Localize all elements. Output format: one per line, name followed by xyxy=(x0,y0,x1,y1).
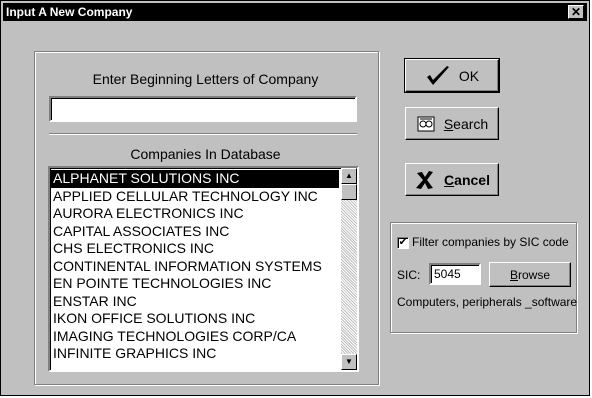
window-title: Input A New Company xyxy=(6,5,133,19)
list-item[interactable]: IKON OFFICE SOLUTIONS INC xyxy=(51,310,339,328)
search-label-text: Search xyxy=(443,115,489,132)
company-list[interactable]: ALPHANET SOLUTIONS INC APPLIED CELLULAR T… xyxy=(48,166,359,372)
x-icon xyxy=(416,170,434,189)
list-item[interactable]: AURORA ELECTRONICS INC xyxy=(51,205,339,223)
divider xyxy=(49,133,357,135)
binoculars-icon xyxy=(417,116,435,131)
dialog-window: Input A New Company ✕ Enter Beginning Le… xyxy=(0,0,590,396)
list-item[interactable]: CAPITAL ASSOCIATES INC xyxy=(51,223,339,241)
list-item[interactable]: CHS ELECTRONICS INC xyxy=(51,240,339,258)
sic-description: Computers, peripherals _software xyxy=(397,295,578,309)
ok-label: OK xyxy=(458,67,480,84)
filter-checkbox[interactable]: ✔ xyxy=(397,237,409,249)
list-item[interactable]: CONTINENTAL INFORMATION SYSTEMS xyxy=(51,258,339,276)
list-item[interactable]: APPLIED CELLULAR TECHNOLOGY INC xyxy=(51,188,339,206)
list-item[interactable]: EN POINTE TECHNOLOGIES INC xyxy=(51,275,339,293)
company-search-value xyxy=(51,98,54,114)
scroll-down-icon: ▼ xyxy=(345,357,353,366)
company-list-items: ALPHANET SOLUTIONS INC APPLIED CELLULAR T… xyxy=(51,170,339,363)
cancel-button[interactable]: Cancel xyxy=(405,163,499,196)
checkmark-icon: ✔ xyxy=(398,237,408,248)
search-button[interactable]: Search xyxy=(405,107,499,140)
browse-button[interactable]: Browse xyxy=(489,262,571,287)
sic-input[interactable]: 5045 xyxy=(429,263,481,285)
company-search-input[interactable] xyxy=(49,96,357,122)
scroll-thumb[interactable] xyxy=(341,184,357,200)
list-item[interactable]: ALPHANET SOLUTIONS INC xyxy=(51,170,339,188)
cancel-label-text: Cancel xyxy=(444,171,490,188)
list-item[interactable]: IMAGING TECHNOLOGIES CORP/CA xyxy=(51,328,339,346)
checkmark-icon xyxy=(426,65,449,85)
companies-label: Companies In Database xyxy=(130,146,281,162)
scroll-up-icon: ▲ xyxy=(345,171,353,180)
search-label: Enter Beginning Letters of Company xyxy=(92,71,319,87)
list-item[interactable]: ENSTAR INC xyxy=(51,293,339,311)
list-scrollbar[interactable]: ▲ ▼ xyxy=(341,168,357,370)
ok-button[interactable]: OK xyxy=(404,58,500,93)
sic-value: 5045 xyxy=(434,267,461,281)
title-bar[interactable]: Input A New Company ✕ xyxy=(3,3,587,21)
scroll-up-button[interactable]: ▲ xyxy=(341,168,357,184)
sic-label: SIC: xyxy=(397,268,421,282)
cancel-label-rest: ancel xyxy=(454,171,490,188)
filter-label: Filter companies by SIC code xyxy=(412,235,569,249)
scroll-down-button[interactable]: ▼ xyxy=(341,354,357,370)
close-button[interactable]: ✕ xyxy=(568,5,584,19)
search-label-rest: earch xyxy=(453,115,489,132)
browse-label: Browse xyxy=(509,267,551,282)
list-item[interactable]: INFINITE GRAPHICS INC xyxy=(51,345,339,363)
close-icon: ✕ xyxy=(570,5,582,19)
